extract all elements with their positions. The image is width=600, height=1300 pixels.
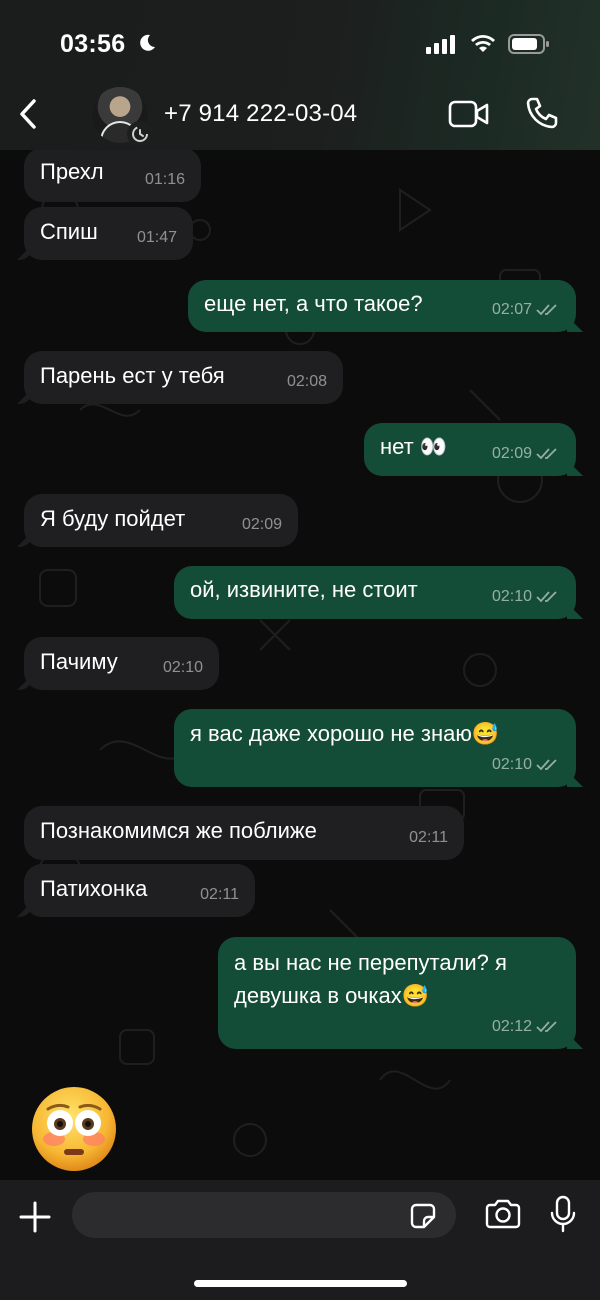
composer-bar xyxy=(0,1180,600,1300)
message-incoming[interactable]: Прехл 01:16 xyxy=(24,150,201,202)
flushed-face-emoji[interactable] xyxy=(30,1085,118,1173)
message-time: 02:07 xyxy=(492,295,560,325)
message-text: нет 👀 xyxy=(380,434,448,459)
message-text: Познакомимся же поближе xyxy=(40,818,317,843)
microphone-icon[interactable] xyxy=(549,1194,577,1234)
message-outgoing[interactable]: еще нет, а что такое? 02:07 xyxy=(188,280,576,332)
message-incoming[interactable]: Спиш 01:47 xyxy=(24,207,193,260)
sticker-icon[interactable] xyxy=(408,1201,438,1231)
wifi-icon xyxy=(471,35,495,52)
chat-screen: 03:56 +7 914 222-03-04 Прехл 01:16 Спиш … xyxy=(0,0,600,1300)
message-time: 02:09 xyxy=(492,439,560,469)
message-input[interactable] xyxy=(72,1192,456,1238)
message-time: 02:10 xyxy=(162,659,203,676)
message-time: 02:08 xyxy=(286,373,327,390)
chat-header: 03:56 +7 914 222-03-04 xyxy=(0,0,600,150)
home-indicator[interactable] xyxy=(194,1280,407,1287)
status-time: 03:56 xyxy=(60,30,126,58)
message-incoming[interactable]: Я буду пойдет 02:09 xyxy=(24,494,298,547)
message-outgoing[interactable]: я вас даже хорошо не знаю😅 02:10 xyxy=(174,709,576,787)
double-check-icon xyxy=(536,759,557,771)
message-text: Патихонка xyxy=(40,876,148,901)
message-incoming[interactable]: Патихонка 02:11 xyxy=(24,864,255,917)
message-time: 02:10 xyxy=(492,750,560,780)
phone-icon[interactable] xyxy=(524,95,560,131)
message-time: 02:10 xyxy=(492,582,560,612)
message-incoming[interactable]: Пачиму 02:10 xyxy=(24,637,219,690)
message-outgoing[interactable]: ой, извините, не стоит 02:10 xyxy=(174,566,576,619)
status-ring-icon xyxy=(127,121,153,147)
contact-name[interactable]: +7 914 222-03-04 xyxy=(164,100,357,128)
message-time: 02:11 xyxy=(409,829,448,846)
battery-icon xyxy=(508,34,549,54)
message-time: 01:16 xyxy=(144,171,185,188)
double-check-icon xyxy=(536,591,557,603)
message-text: а вы нас не перепутали? я xyxy=(234,950,507,975)
back-button[interactable] xyxy=(8,92,48,136)
message-incoming[interactable]: Познакомимся же поближе 02:11 xyxy=(24,806,464,860)
message-time: 02:11 xyxy=(200,886,239,903)
message-text: Прехл xyxy=(40,159,104,184)
message-outgoing[interactable]: нет 👀 02:09 xyxy=(364,423,576,476)
message-text: Спиш xyxy=(40,219,98,244)
message-text-line2: девушка в очках😅 xyxy=(234,983,430,1008)
moon-icon xyxy=(140,34,155,51)
message-text: Пачиму xyxy=(40,649,118,674)
message-list[interactable]: Прехл 01:16 Спиш 01:47 еще нет, а что та… xyxy=(0,150,600,1180)
plus-icon[interactable] xyxy=(16,1198,54,1236)
message-time: 02:12 xyxy=(492,1012,560,1042)
video-call-icon[interactable] xyxy=(448,97,490,131)
status-icons xyxy=(426,33,550,55)
message-text: ой, извините, не стоит xyxy=(190,577,418,602)
message-time: 01:47 xyxy=(136,229,177,246)
message-incoming[interactable]: Парень ест у тебя 02:08 xyxy=(24,351,343,404)
message-text: я вас даже хорошо не знаю😅 xyxy=(190,721,500,746)
message-text: Парень ест у тебя xyxy=(40,363,225,388)
message-text: Я буду пойдет xyxy=(40,506,186,531)
double-check-icon xyxy=(536,1021,557,1033)
camera-icon[interactable] xyxy=(484,1198,522,1230)
message-text: еще нет, а что такое? xyxy=(204,291,423,316)
signal-icon xyxy=(426,35,455,54)
double-check-icon xyxy=(536,448,557,460)
message-time: 02:09 xyxy=(241,516,282,533)
chevron-left-icon xyxy=(20,99,36,129)
double-check-icon xyxy=(536,304,557,316)
message-outgoing[interactable]: а вы нас не перепутали? я девушка в очка… xyxy=(218,937,576,1049)
